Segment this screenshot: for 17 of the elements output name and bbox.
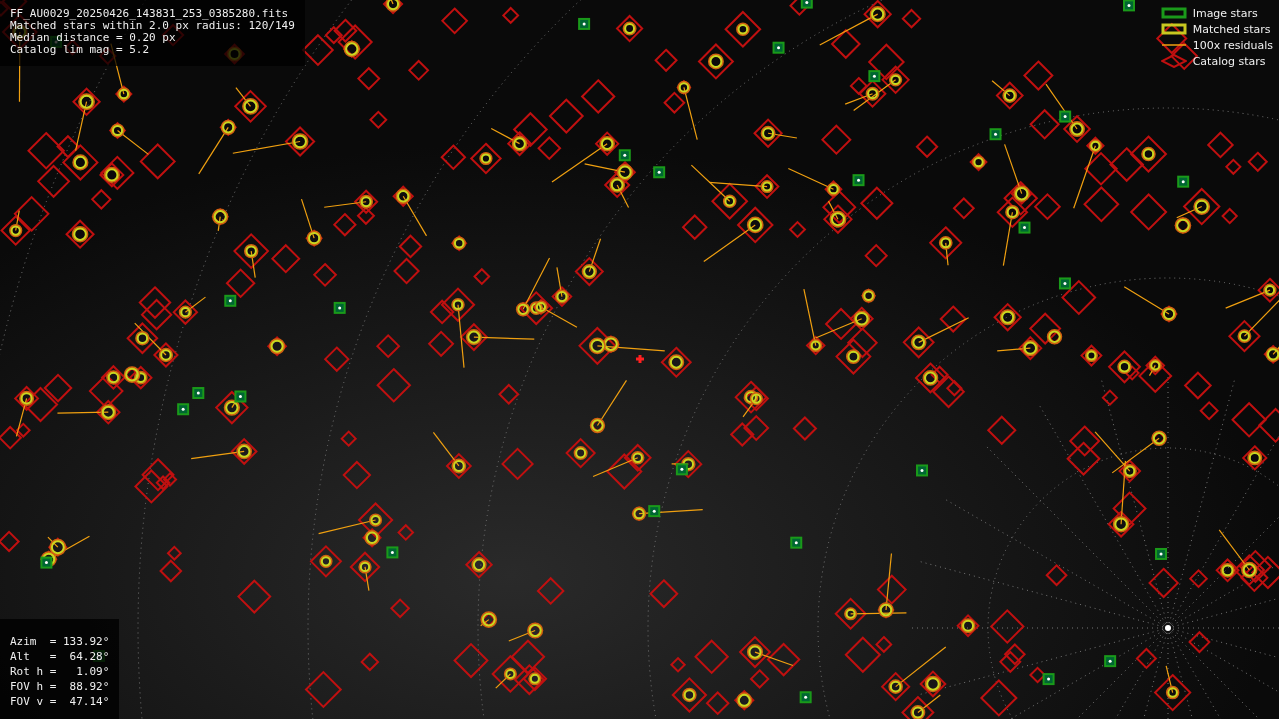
pointing-text: Alt = 64.28°	[10, 649, 110, 664]
rectangle-icon	[1160, 22, 1187, 36]
diamond-icon	[1160, 54, 1187, 68]
pointing-text: Rot h = 1.09°	[10, 664, 110, 679]
info-text: Median distance = 0.20 px	[10, 32, 177, 44]
info-text: FF_AU0029_20250426_143831_253_0385280.fits	[10, 8, 290, 20]
info-text: Matched stars within 2.0 px radius: 120/149	[10, 20, 295, 32]
rectangle-icon	[1160, 6, 1187, 20]
pointing-text: Azim = 133.92°	[10, 634, 110, 649]
legend-label: Catalog stars	[1192, 54, 1266, 68]
legend-label: Image stars	[1192, 6, 1258, 20]
pointing-text: FOV h = 88.92°	[10, 679, 110, 694]
info-text: Catalog lim mag = 5.2	[10, 44, 151, 56]
legend-label: Matched stars	[1192, 22, 1271, 36]
legend-label: 100x residuals	[1192, 38, 1273, 52]
center-cross-icon	[634, 353, 646, 365]
pointing-text: FOV v = 47.14°	[10, 694, 110, 709]
